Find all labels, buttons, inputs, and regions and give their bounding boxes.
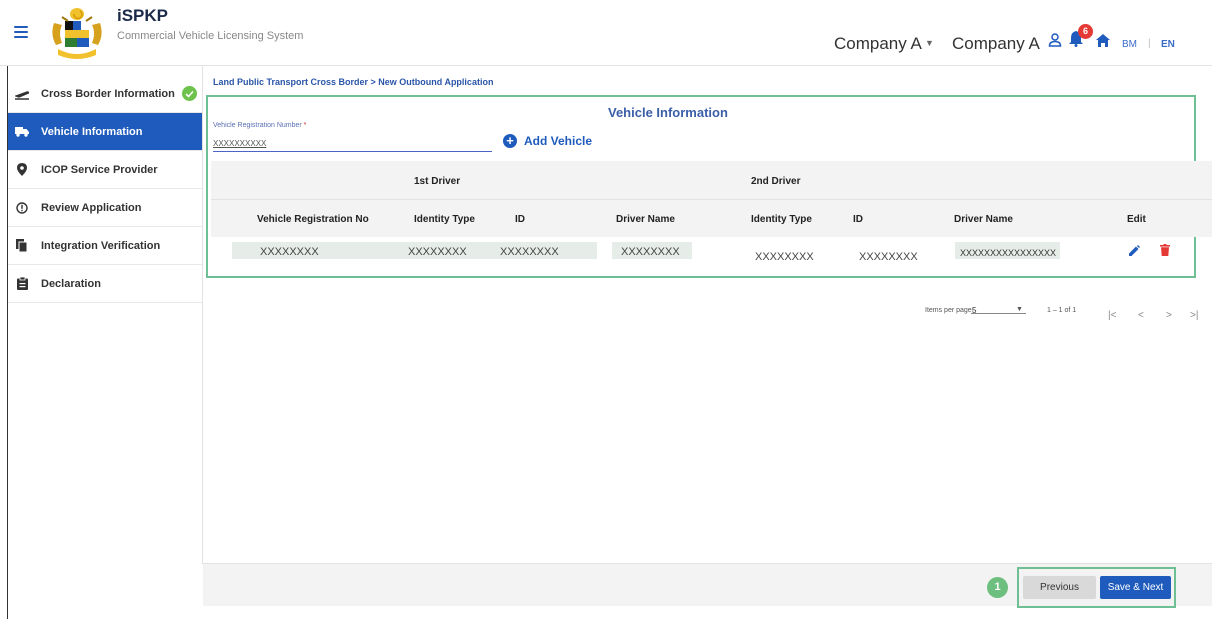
home-icon[interactable] — [1096, 34, 1110, 47]
breadcrumb[interactable]: Land Public Transport Cross Border > New… — [213, 77, 493, 87]
chevron-down-icon[interactable]: ▼ — [1016, 306, 1023, 313]
chevron-down-icon[interactable]: ▼ — [925, 38, 934, 48]
sidebar-item-label: ICOP Service Provider — [41, 163, 158, 176]
lang-bm-link[interactable]: BM — [1122, 39, 1137, 50]
previous-button[interactable]: Previous — [1023, 576, 1096, 599]
sidebar-item-label: Cross Border Information — [41, 87, 175, 100]
last-page-icon[interactable]: >| — [1190, 310, 1198, 321]
truck-icon — [11, 126, 33, 137]
sidebar-item-label: Review Application — [41, 201, 142, 214]
app-header: iSPKP Commercial Vehicle Licensing Syste… — [0, 0, 1212, 66]
items-per-page-label: Items per page: — [925, 307, 974, 314]
lang-en-link[interactable]: EN — [1161, 39, 1175, 50]
flight-takeoff-icon — [11, 88, 33, 100]
app-title: iSPKP — [117, 6, 169, 25]
header-group-2nd-driver: 2nd Driver — [751, 176, 801, 187]
column-header: Edit — [1127, 214, 1146, 225]
page-size-underline — [971, 313, 1026, 314]
sidebar-item-label: Vehicle Information — [41, 125, 143, 138]
sidebar-item-review-application[interactable]: Review Application — [8, 189, 202, 227]
column-header: Driver Name — [954, 214, 1013, 225]
table-cell: XXXXXXXX — [621, 246, 680, 258]
sidebar-nav: Cross Border Information Vehicle Informa… — [8, 75, 202, 303]
table-cell: XXXXXXXX — [755, 251, 814, 263]
sidebar-item-icop-service-provider[interactable]: ICOP Service Provider — [8, 151, 202, 189]
table-cell: XXXXXXXXXXXXXXXX — [960, 248, 1057, 258]
section-title: Vehicle Information — [608, 105, 728, 120]
company-name: Company A — [952, 34, 1040, 53]
sidebar-item-vehicle-information[interactable]: Vehicle Information — [8, 113, 202, 151]
page-range: 1 – 1 of 1 — [1047, 307, 1077, 314]
clipboard-icon — [11, 277, 33, 290]
location-pin-icon — [11, 163, 33, 176]
coat-of-arms-logo — [52, 8, 102, 59]
table-cell: XXXXXXXX — [260, 246, 319, 258]
check-circle-icon — [181, 86, 197, 101]
lang-separator: | — [1148, 38, 1151, 49]
first-page-icon[interactable]: |< — [1108, 310, 1116, 321]
header-group-1st-driver: 1st Driver — [414, 176, 461, 187]
table-cell: XXXXXXXX — [859, 251, 918, 263]
documents-icon — [11, 238, 33, 253]
sidebar-item-label: Integration Verification — [41, 239, 161, 252]
edit-pencil-icon[interactable] — [1129, 245, 1140, 256]
save-next-button[interactable]: Save & Next — [1100, 576, 1171, 599]
add-vehicle-button[interactable]: + Add Vehicle — [503, 134, 592, 148]
sidebar-item-integration-verification[interactable]: Integration Verification — [8, 227, 202, 265]
notification-badge: 6 — [1078, 24, 1093, 39]
step-number-badge: 1 — [987, 577, 1008, 598]
next-page-icon[interactable]: > — [1166, 310, 1172, 321]
company-selector[interactable]: Company A — [834, 34, 922, 54]
sidebar-divider — [202, 66, 203, 564]
vehicle-reg-input[interactable] — [213, 136, 492, 152]
info-circle-icon — [11, 201, 33, 214]
table-cell: XXXXXXXX — [500, 246, 559, 258]
table-header-divider — [211, 199, 1212, 200]
delete-trash-icon[interactable] — [1160, 244, 1170, 256]
add-circle-icon: + — [503, 134, 517, 148]
sidebar-item-label: Declaration — [41, 277, 101, 290]
column-header: Driver Name — [616, 214, 675, 225]
menu-icon[interactable] — [14, 26, 28, 38]
previous-page-icon[interactable]: < — [1138, 310, 1144, 321]
sidebar-item-cross-border[interactable]: Cross Border Information — [8, 75, 202, 113]
vehicle-reg-label: Vehicle Registration Number * — [213, 122, 307, 129]
column-header: Identity Type — [751, 214, 812, 225]
column-header: ID — [853, 214, 863, 225]
column-header: Identity Type — [414, 214, 475, 225]
column-header: Vehicle Registration No — [257, 214, 369, 225]
column-header: ID — [515, 214, 525, 225]
sidebar-item-declaration[interactable]: Declaration — [8, 265, 202, 303]
user-icon[interactable] — [1048, 33, 1062, 47]
table-cell: XXXXXXXX — [408, 246, 467, 258]
app-subtitle: Commercial Vehicle Licensing System — [117, 30, 304, 42]
